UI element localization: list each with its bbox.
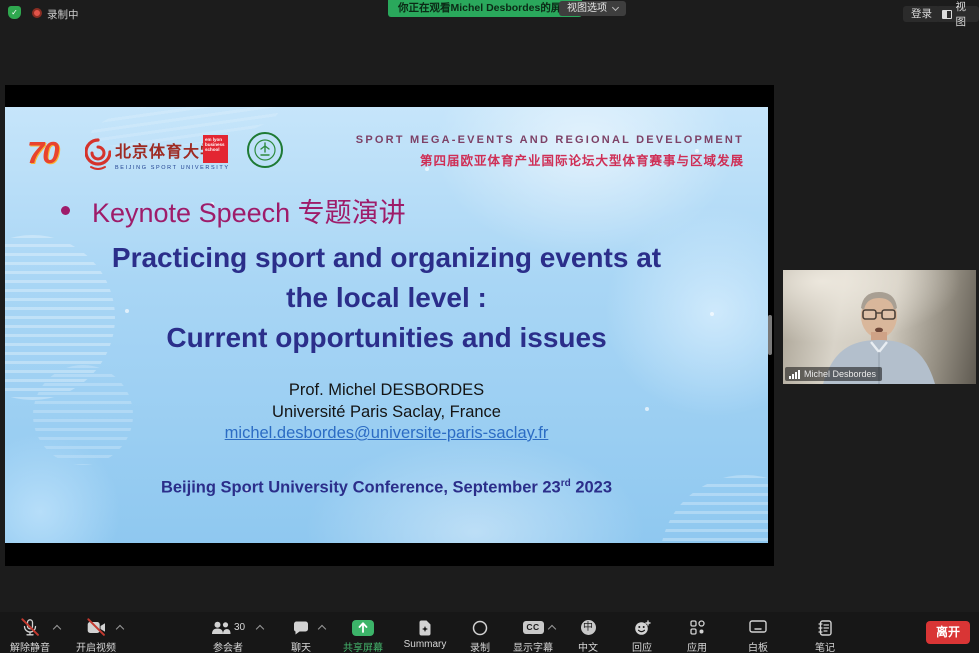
shared-screen-area: 70 北京体育大学 BEIJING SPORT UNIVERSITY em ly… (5, 85, 774, 566)
start-video-button[interactable]: 开启视频 (56, 619, 136, 653)
view-layout-button[interactable]: 视图 (936, 6, 979, 22)
keynote-heading: Keynote Speech 专题演讲 (61, 191, 406, 230)
meeting-toolbar: 解除静音 开启视频 30 (0, 612, 979, 653)
speaker-name: Prof. Michel DESBORDES (5, 380, 768, 402)
recording-indicator-icon (32, 8, 42, 18)
share-screen-icon (352, 620, 374, 636)
conference-date-suffix: 2023 (571, 479, 612, 497)
view-options-label: 视图选项 (567, 1, 607, 16)
speaker-affiliation: Université Paris Saclay, France (5, 402, 768, 424)
speaker-block: Prof. Michel DESBORDES Université Paris … (5, 380, 768, 445)
language-icon: 中 (581, 620, 596, 635)
slide-title-line3: Current opportunities and issues (5, 318, 768, 358)
participant-name-tag: Michel Desbordes (785, 367, 882, 381)
presentation-slide: 70 北京体育大学 BEIJING SPORT UNIVERSITY em ly… (5, 107, 768, 543)
conference-date-ordinal: rd (561, 478, 571, 489)
participants-icon (211, 621, 231, 635)
chevron-down-icon (612, 3, 619, 10)
participants-button[interactable]: 30 参会者 (188, 619, 268, 653)
notes-icon (785, 619, 865, 636)
anniversary-70-logo: 70 (27, 135, 57, 171)
leave-meeting-button[interactable]: 离开 (926, 621, 970, 644)
light-blob-decoration (435, 107, 735, 257)
share-scrollbar-handle[interactable] (768, 315, 772, 355)
signal-strength-icon (789, 370, 800, 379)
bsu-swirl-logo (85, 137, 111, 178)
slide-title-line1: Practicing sport and organizing events a… (5, 238, 768, 278)
login-button[interactable]: 登录 (903, 6, 940, 22)
keynote-heading-text: Keynote Speech 专题演讲 (92, 191, 406, 230)
conference-header-chinese: 第四届欧亚体育产业国际论坛大型体育赛事与区域发展 (420, 150, 744, 169)
bullet-icon (61, 206, 70, 215)
security-shield-icon[interactable]: ✓ (8, 6, 21, 19)
speaker-video-tile[interactable]: Michel Desbordes (783, 270, 976, 384)
participants-label: 参会者 (188, 639, 268, 653)
captions-cc-icon: CC (523, 621, 544, 634)
conference-header-english: SPORT MEGA-EVENTS AND REGIONAL DEVELOPME… (356, 134, 744, 146)
conference-date-prefix: Beijing Sport University Conference, Sep… (161, 479, 561, 497)
emlyon-logo: em lyon business school (203, 135, 228, 163)
notes-label: 笔记 (785, 639, 865, 653)
notes-button[interactable]: 笔记 (785, 619, 865, 653)
layout-icon (942, 10, 952, 19)
view-layout-label: 视图 (956, 0, 974, 29)
start-video-label: 开启视频 (56, 639, 136, 653)
meeting-window: ✓ 录制中 你正在观看Michel Desbordes的屏幕 视图选项 登录 视… (0, 0, 979, 653)
bsu-name-english: BEIJING SPORT UNIVERSITY (115, 165, 230, 171)
camera-off-icon (56, 619, 136, 636)
green-emblem-logo (247, 132, 283, 168)
slide-title: Practicing sport and organizing events a… (5, 238, 768, 358)
conference-date-line: Beijing Sport University Conference, Sep… (5, 478, 768, 498)
speaker-email-link[interactable]: michel.desbordes@universite-paris-saclay… (225, 424, 549, 442)
watching-screen-banner: 你正在观看Michel Desbordes的屏幕 (388, 0, 582, 17)
view-options-button[interactable]: 视图选项 (559, 1, 626, 16)
participant-name: Michel Desbordes (804, 369, 876, 379)
slide-title-line2: the local level : (5, 278, 768, 318)
participants-count: 30 (234, 622, 245, 633)
recording-status-label: 录制中 (47, 7, 79, 22)
